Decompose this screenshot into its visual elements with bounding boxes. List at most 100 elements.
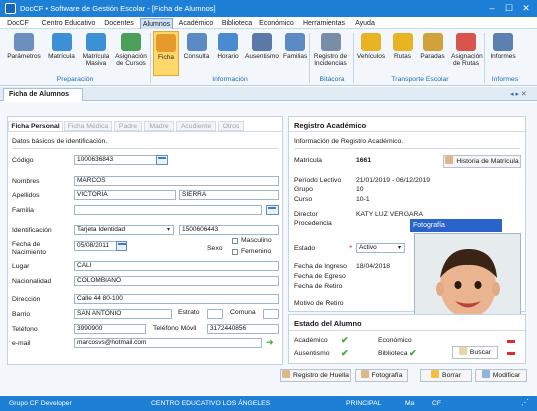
minimize-button[interactable]: – (486, 3, 498, 14)
borrar-button[interactable]: Borrar (420, 369, 472, 382)
chevron-down-icon[interactable]: ▾ (398, 244, 401, 251)
menu-academico[interactable]: Académico (177, 18, 215, 29)
menu-economico[interactable]: Económico (258, 18, 295, 29)
menu-doccf[interactable]: DocCF (5, 18, 31, 29)
close-button[interactable]: ✕ (520, 3, 532, 14)
tab-acudiente[interactable]: Acudiente (176, 121, 216, 131)
matricula-icon (51, 33, 72, 51)
modificar-button[interactable]: Modificar (475, 369, 527, 382)
tab-ficha-medica[interactable]: Ficha Médica (64, 121, 112, 131)
status-centro: CENTRO EDUCATIVO LOS ÁNGELES (151, 400, 271, 407)
codigo-field[interactable]: 1000636843 (74, 155, 164, 165)
registro-huella-button[interactable]: Registro de Huella (280, 369, 351, 382)
paradas-icon (422, 33, 443, 51)
window-title: DocCF • Software de Gestión Escolar - [F… (20, 4, 216, 13)
vehiculos-icon (361, 33, 381, 51)
telefono-movil-field[interactable]: 3172440856 (207, 324, 279, 334)
nombres-field[interactable]: MARCOS (74, 176, 279, 186)
ficha-icon (156, 34, 176, 52)
buscar-button[interactable]: Buscar (452, 346, 498, 359)
menu-alumnos[interactable]: Alumnos (140, 18, 173, 29)
ribbon-asignacion-cursos-button[interactable]: Asignación de Cursos (114, 31, 148, 76)
send-arrow-icon[interactable]: ➜ (266, 338, 274, 347)
curso-value: 10-1 (356, 196, 370, 203)
periodo-label: Período Lectivo (294, 177, 342, 184)
menu-ayuda[interactable]: Ayuda (353, 18, 377, 29)
ribbon-vehiculos-label: Vehículos (356, 53, 386, 60)
ribbon-horario-button[interactable]: Horario (214, 31, 242, 76)
ribbon-rutas-button[interactable]: Rutas (389, 31, 416, 76)
tab-madre[interactable]: Madre (144, 121, 174, 131)
ribbon-consulta-button[interactable]: Consulta (183, 31, 210, 76)
ribbon-vehiculos-button[interactable]: Vehículos (356, 31, 386, 76)
ribbon-matricula-masiva-button[interactable]: Matrícula Masiva (80, 31, 112, 76)
tipo-id-select[interactable]: Tarjeta Identidad (74, 225, 174, 235)
rutas-icon (392, 33, 413, 51)
barrio-field[interactable]: SAN ANTONIO (74, 309, 172, 319)
direccion-label: Dirección (12, 296, 41, 303)
menu-herramientas[interactable]: Herramientas (300, 18, 348, 29)
familia-field[interactable] (74, 205, 262, 215)
ribbon-informes-button[interactable]: Informes (488, 31, 518, 76)
barrio-label: Barrio (12, 311, 31, 318)
calendar-icon[interactable] (116, 241, 127, 251)
telefono-field[interactable]: 3990900 (74, 324, 146, 334)
ribbon-paradas-button[interactable]: Paradas (420, 31, 445, 76)
apellido2-field[interactable]: SIERRA (179, 190, 279, 200)
menu-centro-educativo[interactable]: Centro Educativo (40, 18, 97, 29)
femenino-checkbox[interactable] (232, 249, 238, 255)
historia-matricula-button[interactable]: Historia de Matrícula (443, 155, 521, 168)
status-principal: PRINCIPAL (346, 400, 382, 407)
comuna-field[interactable] (263, 309, 279, 319)
parametros-icon (14, 33, 34, 51)
femenino-label: Femenino (241, 248, 272, 255)
familia-lookup-icon[interactable] (266, 205, 279, 215)
menu-docentes[interactable]: Docentes (101, 18, 137, 29)
email-field[interactable]: marcosvs@hotmail.com (74, 338, 262, 348)
comuna-label: Comuna (230, 309, 256, 316)
buscar-label: Buscar (469, 349, 492, 356)
status-user: Ma (405, 400, 415, 407)
menu-biblioteca[interactable]: Biblioteca (219, 18, 255, 29)
ribbon-horario-label: Horario (217, 53, 239, 60)
apellido1-field[interactable]: VICTORIA (74, 190, 176, 200)
direccion-field[interactable]: Calle 44 80-100 (74, 294, 279, 304)
tab-ficha-personal[interactable]: Ficha Personal (8, 121, 63, 131)
curso-label: Curso (294, 196, 313, 203)
fotografia-button[interactable]: Fotografía (355, 369, 408, 382)
ribbon-parametros-button[interactable]: Parámetros (6, 31, 42, 76)
calendar-icon[interactable] (156, 155, 168, 165)
fecha-nacimiento-label: Fecha de Nacimiento (12, 241, 46, 256)
masculino-checkbox[interactable] (232, 238, 238, 244)
group-separator (353, 33, 354, 83)
ribbon-ausentismo-button[interactable]: Ausentismo (244, 31, 280, 76)
tab-nav-icon[interactable]: ◂ ▸ ✕ (510, 90, 527, 98)
modificar-label: Modificar (492, 372, 521, 379)
nacionalidad-field[interactable]: COLOMBIANO (74, 276, 279, 286)
tab-otros[interactable]: Otros (218, 121, 244, 131)
ribbon-registro-incidencias-button[interactable]: Registro de Incidencias (311, 31, 350, 76)
tab-ficha-alumnos[interactable]: Ficha de Alumnos (3, 88, 83, 101)
fotografia-header: Fotografía (410, 219, 502, 232)
asignacion-rutas-icon (456, 33, 476, 51)
numero-id-field[interactable]: 1500606443 (179, 225, 279, 235)
history-icon (445, 156, 454, 164)
estrato-field[interactable] (207, 309, 223, 319)
maximize-button[interactable]: ☐ (503, 3, 515, 14)
borrar-label: Borrar (442, 372, 461, 379)
procedencia-label: Procedencia (294, 220, 332, 227)
registro-huella-label: Registro de Huella (293, 372, 349, 379)
group-separator (150, 33, 151, 83)
motivo-retiro-label: Motivo de Retiro (294, 300, 344, 307)
historia-matricula-label: Historia de Matrícula (456, 158, 519, 165)
ribbon-ficha-button[interactable]: Ficha (153, 31, 179, 76)
ribbon-matricula-button[interactable]: Matrícula (46, 31, 77, 76)
tab-padre[interactable]: Padre (114, 121, 142, 131)
chevron-down-icon[interactable]: ▾ (167, 226, 170, 233)
lugar-field[interactable]: CALI (74, 261, 279, 271)
ribbon-rutas-label: Rutas (394, 53, 411, 60)
ribbon-asignacion-rutas-button[interactable]: Asignación de Rutas (451, 31, 483, 76)
resize-grip-icon[interactable]: ⋰ (521, 399, 529, 407)
ribbon-familias-button[interactable]: Familias (283, 31, 307, 76)
group-transporte: Transporte Escolar (391, 76, 449, 83)
